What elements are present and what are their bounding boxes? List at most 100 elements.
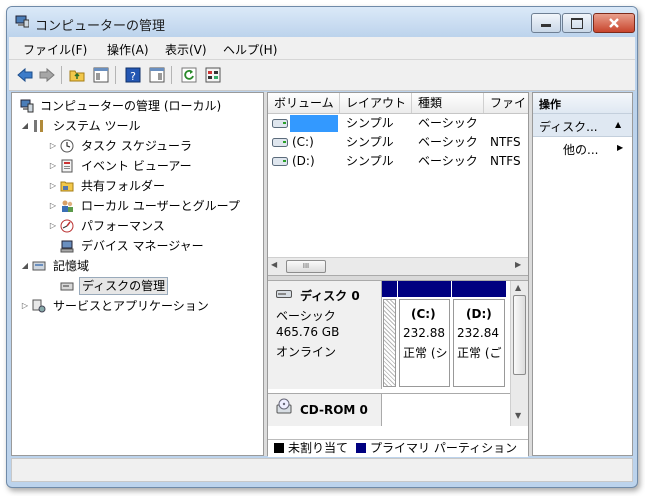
volume-row[interactable]: シンプル ベーシック: [268, 114, 528, 133]
tree-item-root[interactable]: コンピューターの管理 (ローカル): [16, 97, 261, 115]
tree-item-services-apps[interactable]: ▷ サービスとアプリケーション: [20, 297, 260, 315]
partition-legend: 未割り当て プライマリ パーティション: [268, 439, 528, 457]
partition-c[interactable]: (C:) 232.88 正常 (シ: [398, 281, 451, 389]
show-hide-console-tree-icon[interactable]: [93, 67, 109, 83]
toolbar-separator: [171, 66, 172, 84]
title-bar: コンピューターの管理: [7, 7, 637, 37]
minimize-button[interactable]: [531, 13, 561, 33]
unallocated-partition[interactable]: [382, 281, 397, 389]
scroll-up-arrow-icon[interactable]: ▲: [515, 283, 521, 292]
cdrom-0-info[interactable]: CD-ROM 0: [268, 394, 382, 426]
tree-label: サービスとアプリケーション: [53, 299, 209, 313]
graphical-view-vertical-scrollbar[interactable]: ▲ ▼: [510, 281, 528, 426]
volume-type: ベーシック: [418, 154, 478, 168]
tree-item-local-users[interactable]: ▷ ローカル ユーザーとグループ: [48, 197, 263, 215]
volume-row[interactable]: (C:) シンプル ベーシック NTFS: [268, 133, 528, 152]
expand-arrow-icon[interactable]: ▷: [48, 217, 58, 235]
expand-arrow-icon[interactable]: ▷: [48, 177, 58, 195]
collapse-arrow-icon[interactable]: ◢: [20, 117, 30, 135]
column-header-layout[interactable]: レイアウト: [340, 93, 412, 113]
disk-name: ディスク 0: [300, 289, 360, 303]
volume-type: ベーシック: [418, 135, 478, 149]
partition-bar: [398, 281, 451, 297]
volume-name: (C:): [292, 135, 314, 149]
volume-filesystem: NTFS: [490, 135, 521, 149]
actions-section-disk[interactable]: ディスク... ▲: [533, 114, 632, 137]
services-icon: [32, 299, 46, 313]
toolbar-separator: [115, 66, 116, 84]
event-viewer-icon: [61, 159, 73, 173]
expand-arrow-icon[interactable]: ▷: [48, 137, 58, 155]
collapse-up-icon[interactable]: ▲: [615, 120, 621, 129]
forward-arrow-icon[interactable]: [39, 67, 55, 83]
actions-more[interactable]: 他の... ▶: [533, 138, 632, 158]
show-hide-action-pane-icon[interactable]: [149, 67, 165, 83]
scroll-left-arrow-icon[interactable]: ◀: [271, 260, 277, 269]
partition-label: (C:): [411, 307, 436, 321]
menu-action[interactable]: 操作(A): [107, 41, 149, 58]
close-button[interactable]: [593, 13, 635, 33]
disk-size: 465.76 GB: [276, 325, 340, 339]
scroll-right-arrow-icon[interactable]: ▶: [515, 260, 521, 269]
window-title: コンピューターの管理: [35, 19, 166, 34]
actions-section-label: ディスク...: [539, 120, 598, 134]
partition-size: 232.84: [457, 326, 499, 340]
tree-label: パフォーマンス: [81, 219, 165, 233]
tree-item-performance[interactable]: ▷ パフォーマンス: [48, 217, 258, 235]
volume-row[interactable]: (D:) シンプル ベーシック NTFS: [268, 152, 528, 171]
legend-label-unallocated: 未割り当て: [288, 441, 349, 455]
main-content: コンピューターの管理 (ローカル) ◢ システム ツール ▷ タスク スケジュー…: [11, 92, 633, 457]
collapse-arrow-icon[interactable]: ◢: [20, 257, 30, 275]
computer-management-icon: [20, 99, 34, 113]
partition-label: (D:): [466, 307, 492, 321]
expand-arrow-icon[interactable]: ▷: [48, 197, 58, 215]
users-icon: [62, 200, 73, 212]
partition-status: 正常 (シ: [403, 346, 448, 360]
partition-body: (C:) 232.88 正常 (シ: [399, 299, 450, 387]
help-icon[interactable]: ?: [125, 67, 141, 83]
tree-label: イベント ビューアー: [81, 159, 192, 173]
tree-item-disk-management[interactable]: ディスクの管理: [48, 277, 218, 295]
submenu-arrow-icon: ▶: [617, 143, 624, 152]
scrollbar-thumb[interactable]: III: [286, 260, 326, 273]
toolbar: ?: [9, 60, 635, 91]
menu-help[interactable]: ヘルプ(H): [223, 41, 277, 58]
disk-0-info[interactable]: ディスク 0 ベーシック 465.76 GB オンライン: [268, 281, 382, 389]
tree-item-storage[interactable]: ◢ 記憶域: [20, 257, 260, 275]
menu-file[interactable]: ファイル(F): [23, 41, 87, 58]
shared-folder-icon: [60, 181, 74, 192]
volume-name: [290, 115, 338, 132]
scroll-down-arrow-icon[interactable]: ▼: [515, 411, 521, 420]
status-bar: [11, 458, 633, 482]
horizontal-scrollbar[interactable]: ◀ III ▶: [268, 257, 528, 275]
tree-item-task-scheduler[interactable]: ▷ タスク スケジューラ: [48, 137, 258, 155]
tree-item-system-tools[interactable]: ◢ システム ツール: [20, 117, 260, 135]
tree-label: 記憶域: [53, 259, 90, 273]
menu-view[interactable]: 表示(V): [165, 41, 207, 58]
actions-pane: 操作 ディスク... ▲ 他の... ▶: [532, 92, 633, 456]
volume-type: ベーシック: [418, 116, 478, 130]
expand-arrow-icon[interactable]: ▷: [20, 297, 30, 315]
tree-item-event-viewer[interactable]: ▷ イベント ビューアー: [48, 157, 258, 175]
tree-label: 共有フォルダー: [81, 179, 166, 193]
tree-item-device-manager[interactable]: デバイス マネージャー: [48, 237, 258, 255]
column-header-volume[interactable]: ボリューム: [268, 93, 340, 113]
back-arrow-icon[interactable]: [17, 67, 33, 83]
column-header-type[interactable]: 種類: [412, 93, 484, 113]
close-icon: [609, 18, 619, 28]
up-folder-icon[interactable]: [69, 67, 85, 83]
minimize-icon: [541, 24, 551, 27]
expand-arrow-icon[interactable]: ▷: [48, 157, 58, 175]
actions-header: 操作: [533, 93, 632, 114]
actions-header-label: 操作: [539, 98, 561, 111]
partition-d[interactable]: (D:) 232.84 正常 (ご: [452, 281, 506, 389]
properties-icon[interactable]: [205, 67, 221, 83]
refresh-icon[interactable]: [181, 67, 197, 83]
volume-list-header: ボリューム レイアウト 種類 ファイ: [268, 93, 528, 114]
maximize-button[interactable]: [562, 13, 592, 33]
tree-item-shared-folders[interactable]: ▷ 共有フォルダー: [48, 177, 258, 195]
partition-status: 正常 (ご: [457, 346, 502, 360]
column-header-filesystem[interactable]: ファイ: [484, 93, 528, 113]
svg-text:?: ?: [130, 70, 136, 83]
vertical-scrollbar-thumb[interactable]: [513, 295, 526, 375]
